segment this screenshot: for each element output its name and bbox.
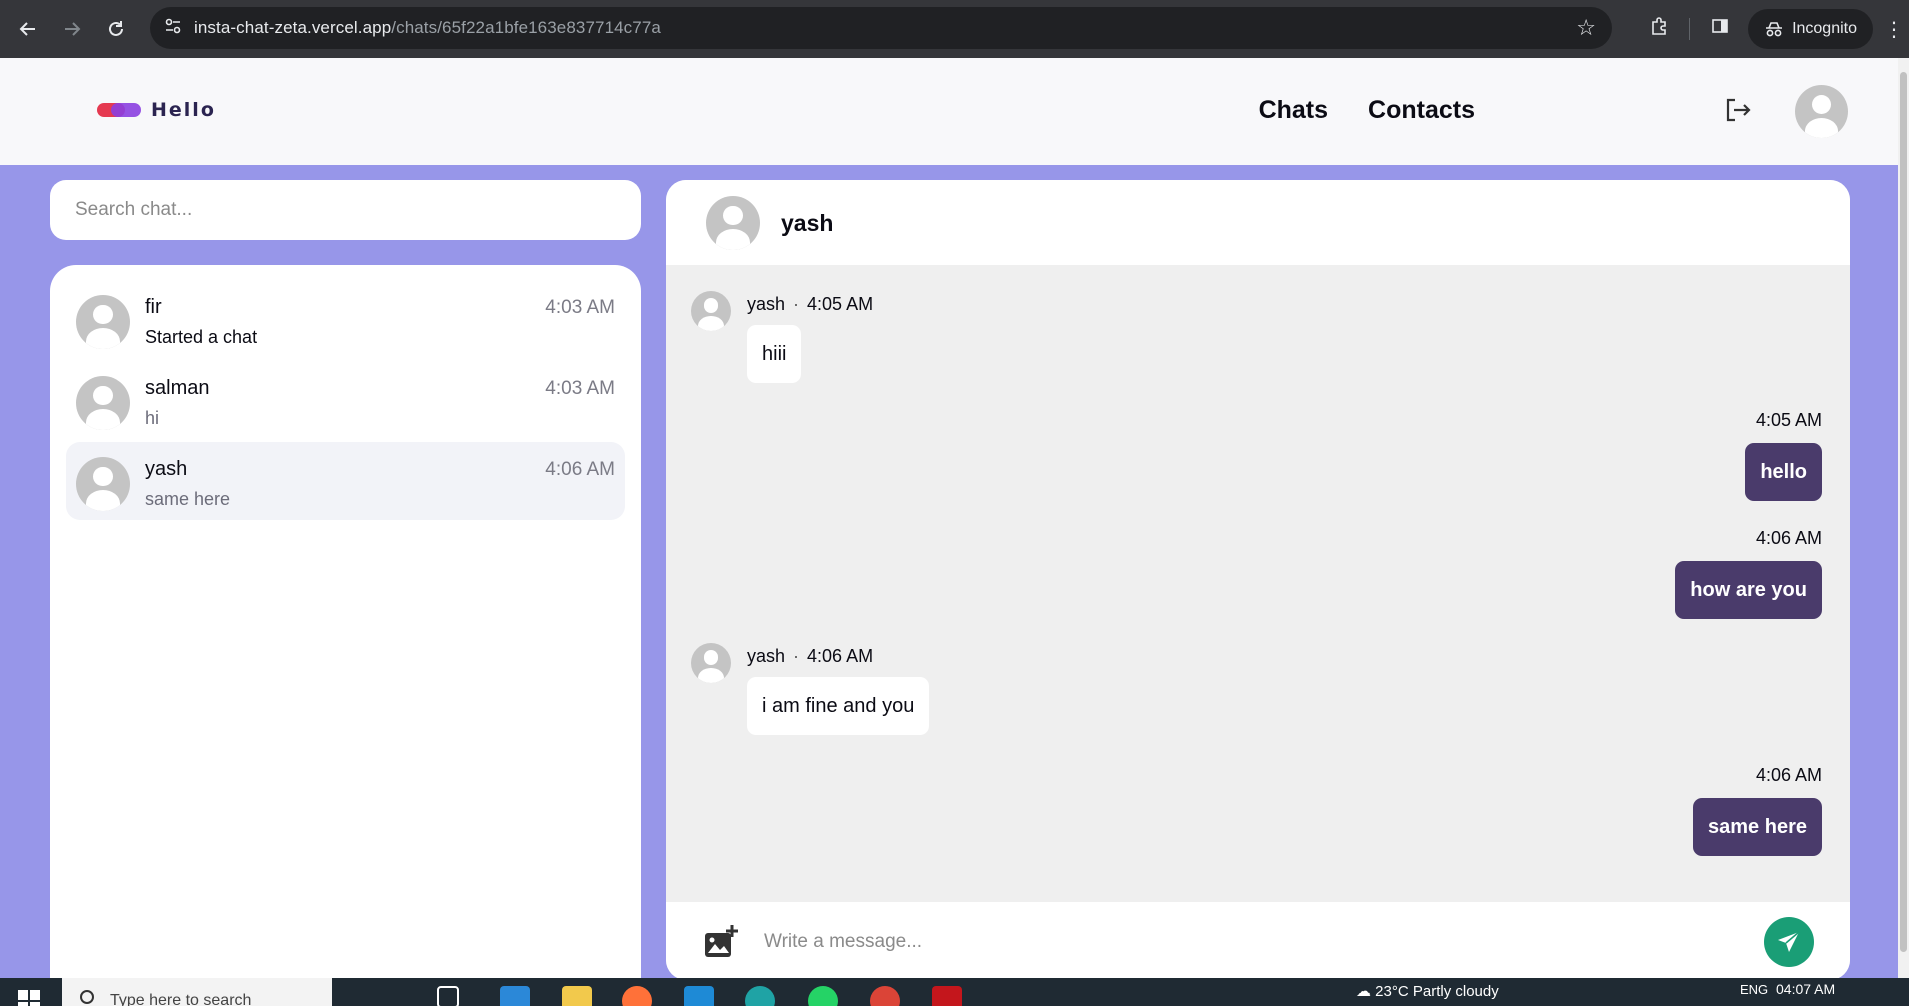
forward-icon[interactable] xyxy=(50,7,94,51)
chat-list: fir Started a chat 4:03 AM salman hi 4:0… xyxy=(50,265,641,1006)
message-time: 4:06 AM xyxy=(1755,765,1822,785)
conversation-header: yash xyxy=(666,180,1850,265)
search-chat-box xyxy=(50,180,641,240)
extensions-icon[interactable] xyxy=(1637,16,1681,42)
toolbar-divider xyxy=(1689,18,1691,40)
contact-avatar[interactable] xyxy=(706,196,760,250)
bookmark-star-icon[interactable]: ☆ xyxy=(1576,15,1596,41)
whatsapp-icon[interactable] xyxy=(808,986,838,1006)
chat-preview: hi xyxy=(145,408,160,428)
top-nav: Chats Contacts xyxy=(1259,96,1475,125)
chat-list-item-active[interactable]: yash same here 4:06 AM xyxy=(66,442,625,520)
logo-text: Hello xyxy=(151,99,216,121)
store-icon[interactable] xyxy=(500,986,530,1006)
scrollbar-thumb[interactable] xyxy=(1900,72,1907,952)
sender-name: yash xyxy=(747,646,786,666)
chat-list-item[interactable]: fir Started a chat 4:03 AM xyxy=(66,280,625,358)
message-time: 4:05 AM xyxy=(807,294,874,314)
message-input[interactable] xyxy=(764,922,1664,962)
message-bubble: hiii xyxy=(747,325,802,383)
task-view-icon[interactable] xyxy=(437,986,459,1006)
message-time: 4:06 AM xyxy=(1755,528,1822,548)
side-panel-icon[interactable] xyxy=(1698,16,1742,42)
outgoing-message: 4:05 AM hello xyxy=(1745,410,1822,501)
send-button[interactable] xyxy=(1764,917,1814,967)
outgoing-message: 4:06 AM same here xyxy=(1693,765,1822,856)
profile-avatar[interactable] xyxy=(1795,85,1848,138)
chrome-icon[interactable] xyxy=(870,986,900,1006)
chat-time: 4:03 AM xyxy=(545,297,615,318)
conversation-title: yash xyxy=(781,210,834,236)
address-bar[interactable]: insta-chat-zeta.vercel.app/chats/65f22a1… xyxy=(150,7,1612,49)
message-meta: yash · 4:06 AM xyxy=(747,646,873,667)
sender-avatar xyxy=(691,643,731,683)
search-icon xyxy=(80,990,94,1004)
weather-icon: ☁ xyxy=(1356,983,1371,1000)
incognito-icon xyxy=(1766,22,1783,37)
outgoing-message: 4:06 AM how are you xyxy=(1675,528,1822,619)
app-header: Hello Chats Contacts xyxy=(0,58,1898,165)
page-scrollbar[interactable] xyxy=(1898,58,1909,978)
logo[interactable]: Hello xyxy=(97,99,216,121)
acrobat-icon[interactable] xyxy=(932,986,962,1006)
avatar xyxy=(76,376,130,430)
avatar xyxy=(76,457,130,511)
meta-separator: · xyxy=(793,646,800,666)
language-indicator: ENG xyxy=(1740,982,1769,997)
conversation-panel: yash yash · 4:05 AM hiii 4:05 AM hello 4:0… xyxy=(666,180,1850,980)
meta-separator: · xyxy=(793,294,800,314)
message-meta: yash · 4:05 AM xyxy=(747,294,873,315)
chrome-menu-icon[interactable]: ⋮ xyxy=(1879,17,1909,42)
send-icon xyxy=(1778,931,1800,952)
chat-name: fir xyxy=(145,296,162,318)
chat-name: salman xyxy=(145,377,210,399)
sender-name: yash xyxy=(747,294,786,314)
message-bubble: same here xyxy=(1693,798,1822,856)
taskbar: Type here to search ☁ 23°C Partly cloudy… xyxy=(0,978,1909,1006)
incognito-label: Incognito xyxy=(1792,20,1857,37)
reload-icon[interactable] xyxy=(94,7,138,51)
message-bubble: i am fine and you xyxy=(747,677,930,735)
nav-chats-link[interactable]: Chats xyxy=(1259,96,1328,125)
windows-start-icon[interactable] xyxy=(18,990,40,1006)
back-icon[interactable] xyxy=(6,7,50,51)
weather-widget[interactable]: ☁ 23°C Partly cloudy xyxy=(1356,982,1499,1000)
logout-icon[interactable] xyxy=(1723,95,1757,129)
search-chat-input[interactable] xyxy=(50,180,641,240)
chat-preview: Started a chat xyxy=(145,327,258,347)
weather-text: 23°C Partly cloudy xyxy=(1375,983,1499,1000)
chat-name: yash xyxy=(145,458,188,480)
url-text: insta-chat-zeta.vercel.app/chats/65f22a1… xyxy=(194,18,661,37)
nav-contacts-link[interactable]: Contacts xyxy=(1368,96,1475,125)
taskbar-search-placeholder: Type here to search xyxy=(110,992,252,1006)
vscode-icon[interactable] xyxy=(684,986,714,1006)
site-settings-icon[interactable] xyxy=(164,17,194,40)
firefox-icon[interactable] xyxy=(622,986,652,1006)
chat-time: 4:06 AM xyxy=(545,459,615,480)
file-explorer-icon[interactable] xyxy=(562,986,592,1006)
add-image-icon[interactable] xyxy=(703,924,739,960)
message-bubble: how are you xyxy=(1675,561,1822,619)
taskbar-clock[interactable]: 04:07 AM xyxy=(1776,981,1835,997)
taskbar-search[interactable]: Type here to search xyxy=(62,978,332,1006)
message-composer xyxy=(666,902,1850,980)
sender-avatar xyxy=(691,291,731,331)
chat-preview: same here xyxy=(145,489,231,509)
logo-mark-icon xyxy=(97,102,143,118)
edge-icon[interactable] xyxy=(745,986,775,1006)
message-bubble: hello xyxy=(1745,443,1822,501)
incognito-indicator[interactable]: Incognito xyxy=(1748,9,1873,49)
system-tray[interactable]: ENG xyxy=(1740,982,1768,997)
chat-time: 4:03 AM xyxy=(545,378,615,399)
avatar xyxy=(76,295,130,349)
chat-list-item[interactable]: salman hi 4:03 AM xyxy=(66,361,625,439)
browser-toolbar: insta-chat-zeta.vercel.app/chats/65f22a1… xyxy=(0,0,1909,58)
message-time: 4:05 AM xyxy=(1755,410,1822,430)
message-time: 4:06 AM xyxy=(807,646,874,666)
